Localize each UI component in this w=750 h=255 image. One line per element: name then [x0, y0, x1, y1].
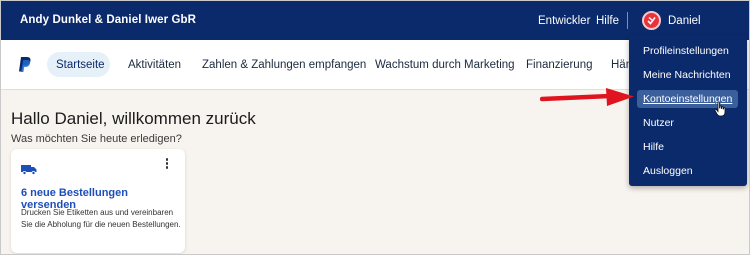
menu-item-nutzer[interactable]: Nutzer: [643, 117, 674, 129]
menu-item-nachrichten[interactable]: Meine Nachrichten: [643, 69, 731, 81]
menu-item-profileinstellungen[interactable]: Profileinstellungen: [643, 45, 729, 57]
app-window: Andy Dunkel & Daniel Iwer GbR Entwickler…: [0, 0, 750, 255]
nav-item-aktivitaeten[interactable]: Aktivitäten: [128, 59, 181, 71]
kebab-menu-icon[interactable]: [164, 158, 170, 172]
pointer-cursor-icon: [714, 101, 726, 122]
truck-icon: [21, 162, 37, 180]
page-title: Hallo Daniel, willkommen zurück: [11, 109, 256, 128]
task-card[interactable]: 6 neue Bestellungen versenden Drucken Si…: [11, 149, 185, 253]
card-description: Drucken Sie Etiketten aus und vereinbare…: [21, 208, 181, 229]
page-subtitle: Was möchten Sie heute erledigen?: [11, 133, 182, 145]
help-link[interactable]: Hilfe: [596, 15, 619, 27]
company-name: Andy Dunkel & Daniel Iwer GbR: [20, 14, 197, 26]
nav-item-startseite[interactable]: Startseite: [56, 59, 105, 71]
user-dropdown-menu: Profileinstellungen Meine Nachrichten Ko…: [629, 36, 747, 186]
menu-item-ausloggen[interactable]: Ausloggen: [643, 165, 693, 177]
paypal-logo[interactable]: [18, 56, 32, 78]
user-menu-trigger[interactable]: Daniel: [668, 15, 701, 27]
nav-item-marketing[interactable]: Wachstum durch Marketing: [375, 59, 515, 71]
nav-item-finanzierung[interactable]: Finanzierung: [526, 59, 592, 71]
nav-item-zahlungen[interactable]: Zahlen & Zahlungen empfangen: [202, 59, 366, 71]
divider: [627, 12, 628, 29]
menu-item-hilfe[interactable]: Hilfe: [643, 141, 664, 153]
top-bar: Andy Dunkel & Daniel Iwer GbR Entwickler…: [1, 1, 749, 40]
annotation-arrow: [539, 86, 636, 115]
avatar-icon[interactable]: [642, 11, 661, 30]
developer-link[interactable]: Entwickler: [538, 15, 590, 27]
